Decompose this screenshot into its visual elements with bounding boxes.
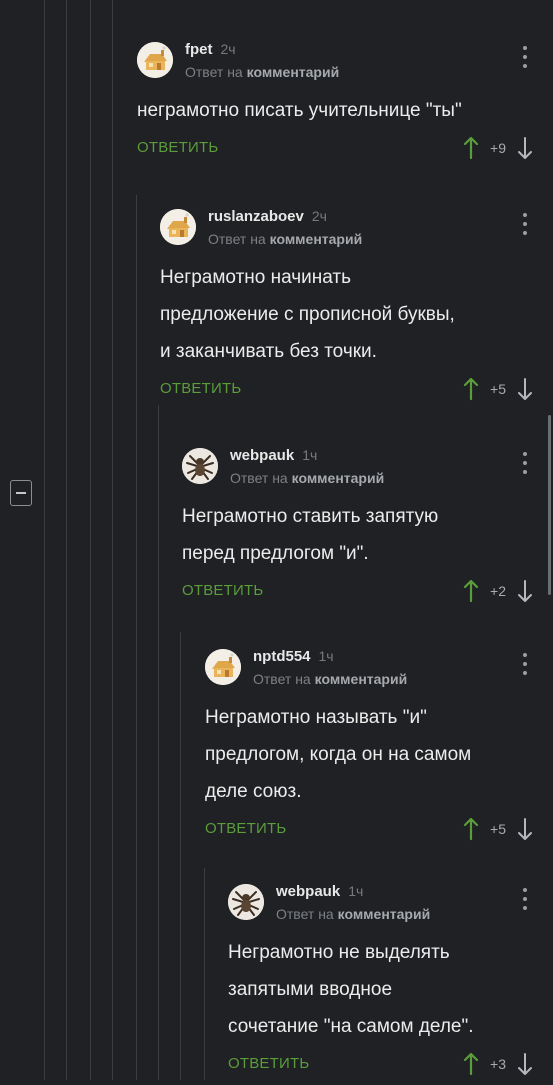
thread-line xyxy=(136,195,137,1080)
reply-button[interactable]: ОТВЕТИТЬ xyxy=(228,1055,309,1072)
timestamp: 1ч xyxy=(348,883,364,899)
timestamp: 2ч xyxy=(220,41,236,57)
score: +5 xyxy=(490,821,506,837)
reply-button[interactable]: ОТВЕТИТЬ xyxy=(160,380,241,397)
thread-line xyxy=(66,0,67,1080)
more-options-icon[interactable] xyxy=(522,46,528,68)
spider-avatar-icon[interactable] xyxy=(228,884,264,920)
score: +9 xyxy=(490,140,506,156)
minus-icon xyxy=(16,492,26,494)
reply-button[interactable]: ОТВЕТИТЬ xyxy=(182,582,263,599)
username[interactable]: ruslanzaboev 2ч xyxy=(208,208,327,225)
comment-actions: ОТВЕТИТЬ +5 xyxy=(205,810,553,850)
comment-text: Неграмотно ставить запятую перед предлог… xyxy=(182,506,439,564)
collapse-thread-button[interactable] xyxy=(10,480,32,506)
username[interactable]: nptd554 1ч xyxy=(253,648,334,665)
reply-target-link[interactable]: комментарий xyxy=(338,906,431,922)
thread-line xyxy=(204,868,205,1080)
downvote-arrow-icon[interactable] xyxy=(517,579,533,603)
username[interactable]: webpauk 1ч xyxy=(276,883,363,900)
username[interactable]: webpauk 1ч xyxy=(230,447,317,464)
reply-to-line: Ответ на комментарий xyxy=(230,470,385,486)
comment-text: Неграмотно не выделять запятыми вводное … xyxy=(228,942,474,1037)
vote-controls: +2 xyxy=(463,576,533,606)
upvote-arrow-icon[interactable] xyxy=(463,377,479,401)
comment-actions: ОТВЕТИТЬ +3 xyxy=(228,1045,553,1085)
comment-actions: ОТВЕТИТЬ +9 xyxy=(137,129,553,169)
comment: webpauk 1ч Ответ на комментарий Неграмотн… xyxy=(182,446,553,612)
comment-actions: ОТВЕТИТЬ +5 xyxy=(160,370,553,410)
comment-text: неграмотно писать учительнице "ты" xyxy=(137,100,462,121)
comment: fpet 2ч Ответ на комментарий неграмотно п… xyxy=(137,40,553,169)
score: +2 xyxy=(490,583,506,599)
reply-to-line: Ответ на комментарий xyxy=(185,64,340,80)
more-options-icon[interactable] xyxy=(522,888,528,910)
upvote-arrow-icon[interactable] xyxy=(463,136,479,160)
downvote-arrow-icon[interactable] xyxy=(517,377,533,401)
username[interactable]: fpet 2ч xyxy=(185,41,236,58)
comment-actions: ОТВЕТИТЬ +2 xyxy=(182,572,553,612)
upvote-arrow-icon[interactable] xyxy=(463,579,479,603)
spider-avatar-icon[interactable] xyxy=(182,448,218,484)
comment-text: Неграмотно называть "и" предлогом, когда… xyxy=(205,707,472,802)
more-options-icon[interactable] xyxy=(522,213,528,235)
thread-line xyxy=(112,0,113,1080)
upvote-arrow-icon[interactable] xyxy=(463,817,479,841)
vote-controls: +3 xyxy=(463,1049,533,1079)
thread-line xyxy=(180,632,181,1080)
comment: nptd554 1ч Ответ на комментарий Неграмотн… xyxy=(205,647,553,850)
comment: webpauk 1ч Ответ на комментарий Неграмотн… xyxy=(228,882,553,1085)
reply-button[interactable]: ОТВЕТИТЬ xyxy=(137,139,218,156)
vote-controls: +5 xyxy=(463,814,533,844)
comment-header: ruslanzaboev 2ч Ответ на комментарий xyxy=(160,207,553,257)
vote-controls: +9 xyxy=(463,133,533,163)
upvote-arrow-icon[interactable] xyxy=(463,1052,479,1076)
reply-button[interactable]: ОТВЕТИТЬ xyxy=(205,820,286,837)
reply-to-line: Ответ на комментарий xyxy=(208,231,363,247)
comment-header: fpet 2ч Ответ на комментарий xyxy=(137,40,553,90)
thread-line xyxy=(90,0,91,1080)
timestamp: 1ч xyxy=(318,648,334,664)
house-avatar-icon[interactable] xyxy=(160,209,196,245)
downvote-arrow-icon[interactable] xyxy=(517,136,533,160)
thread-line xyxy=(44,0,45,1080)
reply-target-link[interactable]: комментарий xyxy=(247,64,340,80)
comment-header: webpauk 1ч Ответ на комментарий xyxy=(182,446,553,496)
downvote-arrow-icon[interactable] xyxy=(517,817,533,841)
thread-line xyxy=(158,405,159,1080)
comment-header: nptd554 1ч Ответ на комментарий xyxy=(205,647,553,697)
comment: ruslanzaboev 2ч Ответ на комментарий Негр… xyxy=(160,207,553,410)
downvote-arrow-icon[interactable] xyxy=(517,1052,533,1076)
reply-target-link[interactable]: комментарий xyxy=(292,470,385,486)
house-avatar-icon[interactable] xyxy=(137,42,173,78)
timestamp: 2ч xyxy=(311,208,327,224)
reply-target-link[interactable]: комментарий xyxy=(270,231,363,247)
score: +3 xyxy=(490,1056,506,1072)
reply-to-line: Ответ на комментарий xyxy=(276,906,431,922)
more-options-icon[interactable] xyxy=(522,452,528,474)
timestamp: 1ч xyxy=(302,447,318,463)
house-avatar-icon[interactable] xyxy=(205,649,241,685)
comment-text: Неграмотно начинать предложение с пропис… xyxy=(160,267,455,362)
vote-controls: +5 xyxy=(463,374,533,404)
comment-header: webpauk 1ч Ответ на комментарий xyxy=(228,882,553,932)
reply-to-line: Ответ на комментарий xyxy=(253,671,408,687)
score: +5 xyxy=(490,381,506,397)
reply-target-link[interactable]: комментарий xyxy=(315,671,408,687)
more-options-icon[interactable] xyxy=(522,653,528,675)
